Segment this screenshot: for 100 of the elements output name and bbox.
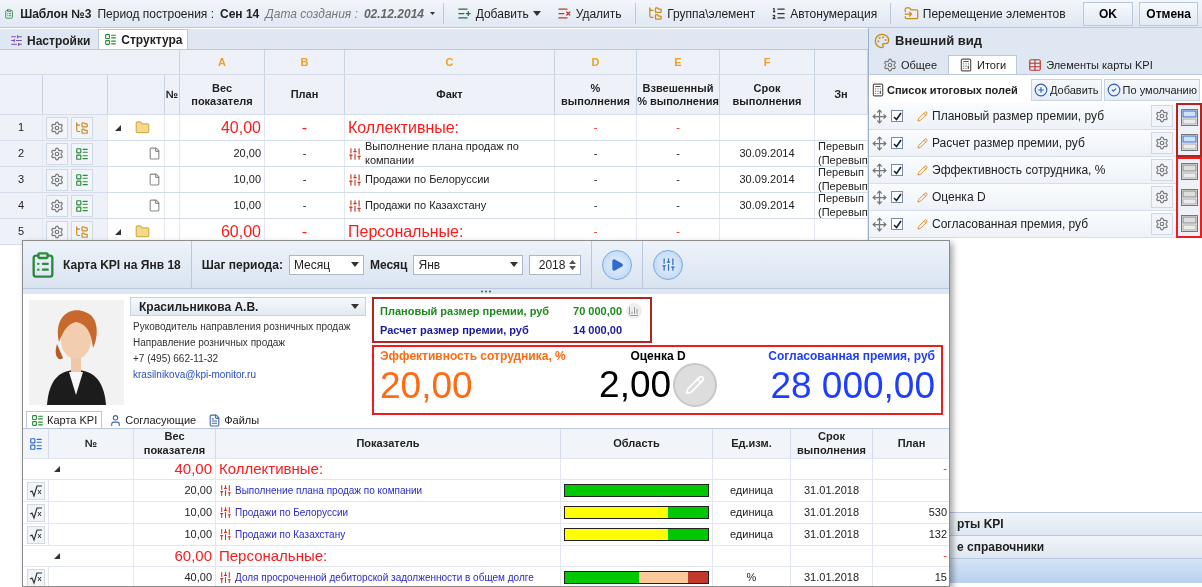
tab[interactable]: Итоги xyxy=(948,55,1018,74)
email-link[interactable]: krasilnikova@kpi-monitor.ru xyxy=(130,368,366,382)
dialog-button[interactable]: OK xyxy=(1082,1,1134,26)
drag-handle-icon[interactable] xyxy=(872,162,887,178)
indicator-icon xyxy=(219,484,232,497)
tab[interactable]: Общее xyxy=(872,55,949,74)
layout-button[interactable] xyxy=(1180,163,1198,181)
toolbar-button[interactable]: Перемещение элементов xyxy=(898,3,1071,24)
formula-button[interactable] xyxy=(26,525,45,544)
toolbar-button[interactable]: Удалить xyxy=(551,3,627,24)
settings-button[interactable] xyxy=(46,220,68,243)
gear-icon xyxy=(1155,136,1169,150)
indicator-icon xyxy=(348,172,362,187)
spinner-arrows-icon[interactable] xyxy=(569,258,577,271)
drag-handle-icon[interactable] xyxy=(872,108,887,124)
tab[interactable]: Согласующие xyxy=(104,411,202,428)
drag-handle-icon[interactable] xyxy=(872,189,887,205)
tab[interactable]: Карта KPI xyxy=(26,411,103,428)
toolbar-button[interactable]: Добавить xyxy=(451,3,546,24)
node-button[interactable] xyxy=(71,116,93,139)
month-select[interactable]: Янв xyxy=(413,254,524,275)
settings-button[interactable] xyxy=(46,194,68,217)
employee-select[interactable]: Красильникова А.В. xyxy=(130,297,366,316)
settings-button[interactable] xyxy=(46,142,68,165)
expand-icon[interactable] xyxy=(53,465,61,473)
tab[interactable]: Настройки xyxy=(4,31,97,49)
column-header[interactable]: План xyxy=(265,75,345,114)
checkbox[interactable] xyxy=(891,191,903,203)
node-button[interactable] xyxy=(71,220,93,243)
settings-button[interactable] xyxy=(46,116,68,139)
plan-cell: - xyxy=(265,115,345,140)
column-header[interactable]: № xyxy=(165,75,180,114)
node-button[interactable] xyxy=(71,194,93,217)
toolbar-button[interactable]: Группа\элемент xyxy=(643,3,761,24)
layout-button[interactable] xyxy=(1180,109,1198,126)
indicator-link[interactable]: Продажи по Белоруссии xyxy=(235,506,349,519)
column-header[interactable]: Вес показателя xyxy=(134,429,216,458)
layout-button[interactable] xyxy=(1180,189,1198,206)
drag-handle-icon[interactable] xyxy=(872,216,887,232)
column-header[interactable]: Вес показателя xyxy=(180,75,265,114)
add-button[interactable]: Добавить xyxy=(1031,79,1102,101)
list-title: Список итоговых полей xyxy=(887,84,1018,96)
indicator-link[interactable]: Продажи по Казахстану xyxy=(235,528,346,541)
layout-button[interactable] xyxy=(1180,214,1198,232)
column-header[interactable]: Срок выполнения xyxy=(791,429,873,458)
row-number: 5 xyxy=(0,219,43,244)
gear-icon xyxy=(1155,109,1169,123)
settings-button[interactable] xyxy=(1151,105,1173,127)
settings-button[interactable] xyxy=(1151,159,1173,181)
checkbox[interactable] xyxy=(891,137,903,149)
year-spinner[interactable]: 2018 xyxy=(529,254,582,275)
created-date: 02.12.2014 xyxy=(363,6,424,21)
settings-button[interactable] xyxy=(653,249,684,280)
tab[interactable]: Файлы xyxy=(203,411,265,428)
node-button[interactable] xyxy=(71,142,93,165)
settings-button[interactable] xyxy=(46,168,68,191)
column-header[interactable]: Область xyxy=(561,429,713,458)
settings-button[interactable] xyxy=(1151,213,1173,235)
checkbox[interactable] xyxy=(891,164,903,176)
column-header[interactable]: Факт xyxy=(345,75,555,114)
play-button[interactable] xyxy=(602,249,633,280)
checkbox[interactable] xyxy=(891,218,903,230)
columns-icon[interactable] xyxy=(28,436,43,451)
pencil-icon xyxy=(685,375,706,395)
plan-value: 15 xyxy=(934,570,947,585)
grip-icon[interactable] xyxy=(480,290,492,293)
toolbar-button[interactable]: Автонумерация xyxy=(766,3,883,24)
drag-handle-icon[interactable] xyxy=(872,135,887,151)
weight-cell: 40,00 xyxy=(134,567,216,586)
unit-cell: единица xyxy=(713,480,791,501)
node-button[interactable] xyxy=(71,168,93,191)
column-header[interactable]: План xyxy=(873,429,949,458)
tab[interactable]: Структура xyxy=(98,29,189,49)
settings-button[interactable] xyxy=(1151,186,1173,208)
expand-icon[interactable] xyxy=(114,227,122,236)
value-text: Перевып xyxy=(818,193,864,206)
settings-button[interactable] xyxy=(1151,132,1173,154)
formula-button[interactable] xyxy=(26,568,45,586)
checkbox[interactable] xyxy=(891,110,903,122)
expand-icon[interactable] xyxy=(53,552,61,560)
bonus-value: 70 000,00 xyxy=(573,304,622,317)
column-header[interactable]: Показатель xyxy=(216,429,561,458)
default-button[interactable]: По умолчанию xyxy=(1103,79,1200,101)
step-select[interactable]: Месяц xyxy=(288,254,364,275)
column-header[interactable]: № xyxy=(49,429,134,458)
indicator-link[interactable]: Выполнение плана продаж по компании xyxy=(235,484,423,497)
expand-icon[interactable] xyxy=(114,123,122,132)
column-header[interactable]: % выполнения xyxy=(555,75,637,114)
indicator-link[interactable]: Доля просроченной дебиторской задолженности в общем долге xyxy=(235,571,534,584)
formula-button[interactable] xyxy=(26,503,45,522)
pencil-icon xyxy=(917,218,928,230)
column-header[interactable]: Ед.изм. xyxy=(713,429,791,458)
tab[interactable]: Элементы карты KPI xyxy=(1017,55,1164,74)
caret-icon[interactable] xyxy=(430,11,436,16)
formula-button[interactable] xyxy=(26,481,45,500)
dialog-button[interactable]: Отмена xyxy=(1139,1,1198,26)
chart-icon[interactable] xyxy=(626,302,642,319)
column-header[interactable]: Срок выполнения xyxy=(720,75,815,114)
layout-button[interactable] xyxy=(1180,134,1198,151)
column-header[interactable]: Взвешенный % выполнения xyxy=(637,75,720,114)
